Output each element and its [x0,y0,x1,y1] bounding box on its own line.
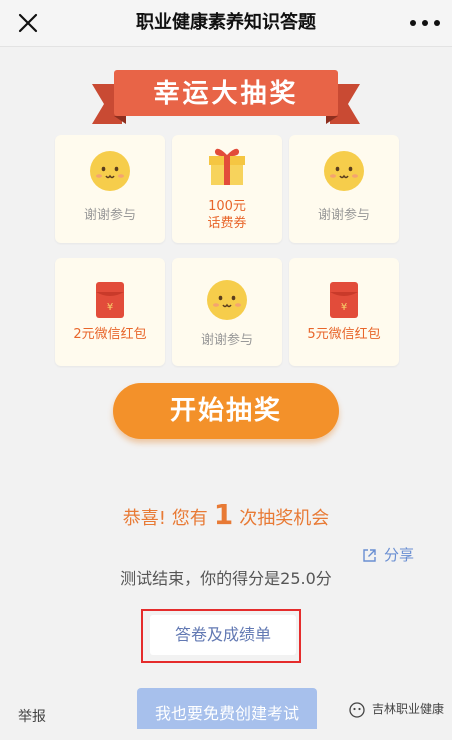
red-envelope-icon: ¥ [96,282,124,318]
chance-suffix: 次抽奖机会 [239,508,330,529]
share-button[interactable]: 分享 [362,545,422,565]
more-options-button[interactable] [410,14,440,32]
share-label: 分享 [384,546,415,564]
prize-label: 话费券 [207,216,247,231]
draw-chance-text: 恭喜! 您有 1 次抽奖机会 [0,500,452,534]
chance-prefix: 恭喜! 您有 [122,508,208,529]
share-icon [363,549,376,562]
prize-card[interactable]: ¥ 5元微信红包 [289,258,399,366]
start-draw-button[interactable]: 开始抽奖 [113,383,339,439]
create-exam-button[interactable]: 我也要免费创建考试 [137,688,317,729]
more-dot-icon [410,20,416,26]
more-dot-icon [422,20,428,26]
lucky-draw-banner: 幸运大抽奖 [92,66,360,130]
watermark-text: 吉林职业健康 [372,702,445,716]
prize-card[interactable]: 100元 话费券 [172,135,282,243]
prize-label: 谢谢参与 [83,208,136,223]
prize-label: 5元微信红包 [307,327,381,342]
report-link[interactable]: 举报 [18,706,46,726]
smiley-icon [207,280,247,320]
prize-label: 2元微信红包 [73,327,147,342]
close-button[interactable] [14,9,42,37]
chance-count: 1 [213,498,234,531]
banner-title: 幸运大抽奖 [153,79,299,109]
smiley-icon [90,151,130,191]
prize-card[interactable]: 谢谢参与 [289,135,399,243]
gift-box-icon [209,148,245,185]
prize-label: 100元 [208,199,246,214]
prize-card[interactable]: 谢谢参与 [55,135,165,243]
svg-text:¥: ¥ [341,302,347,313]
prize-label: 谢谢参与 [200,333,253,348]
smiley-icon [324,151,364,191]
title-bar: 职业健康素养知识答题 [0,0,452,47]
more-dot-icon [434,20,440,26]
page-title: 职业健康素养知识答题 [136,12,316,33]
prize-label: 谢谢参与 [317,208,370,223]
prize-card[interactable]: ¥ 2元微信红包 [55,258,165,366]
svg-text:¥: ¥ [107,302,113,313]
score-text: 测试结束，你的得分是25.0分 [120,569,332,588]
close-icon [18,13,38,33]
answer-sheet-button[interactable]: 答卷及成绩单 [150,615,296,655]
red-envelope-icon: ¥ [330,282,358,318]
prize-card[interactable]: 谢谢参与 [172,258,282,366]
